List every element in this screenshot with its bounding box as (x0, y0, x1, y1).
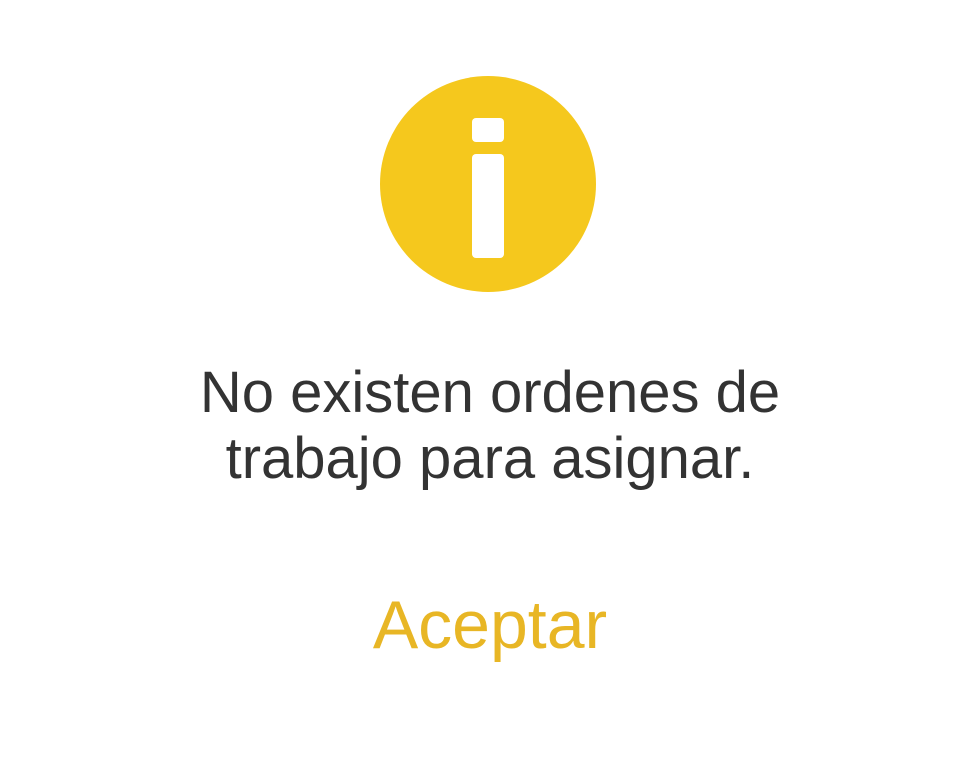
info-icon (380, 76, 596, 292)
message-line-2: trabajo para asignar. (225, 426, 755, 491)
info-dialog: No existen ordenes de trabajo para asign… (0, 0, 980, 772)
message-line-1: No existen ordenes de (199, 360, 781, 425)
dialog-message: No existen ordenes de trabajo para asign… (0, 360, 980, 492)
accept-button[interactable]: Aceptar (340, 580, 640, 670)
